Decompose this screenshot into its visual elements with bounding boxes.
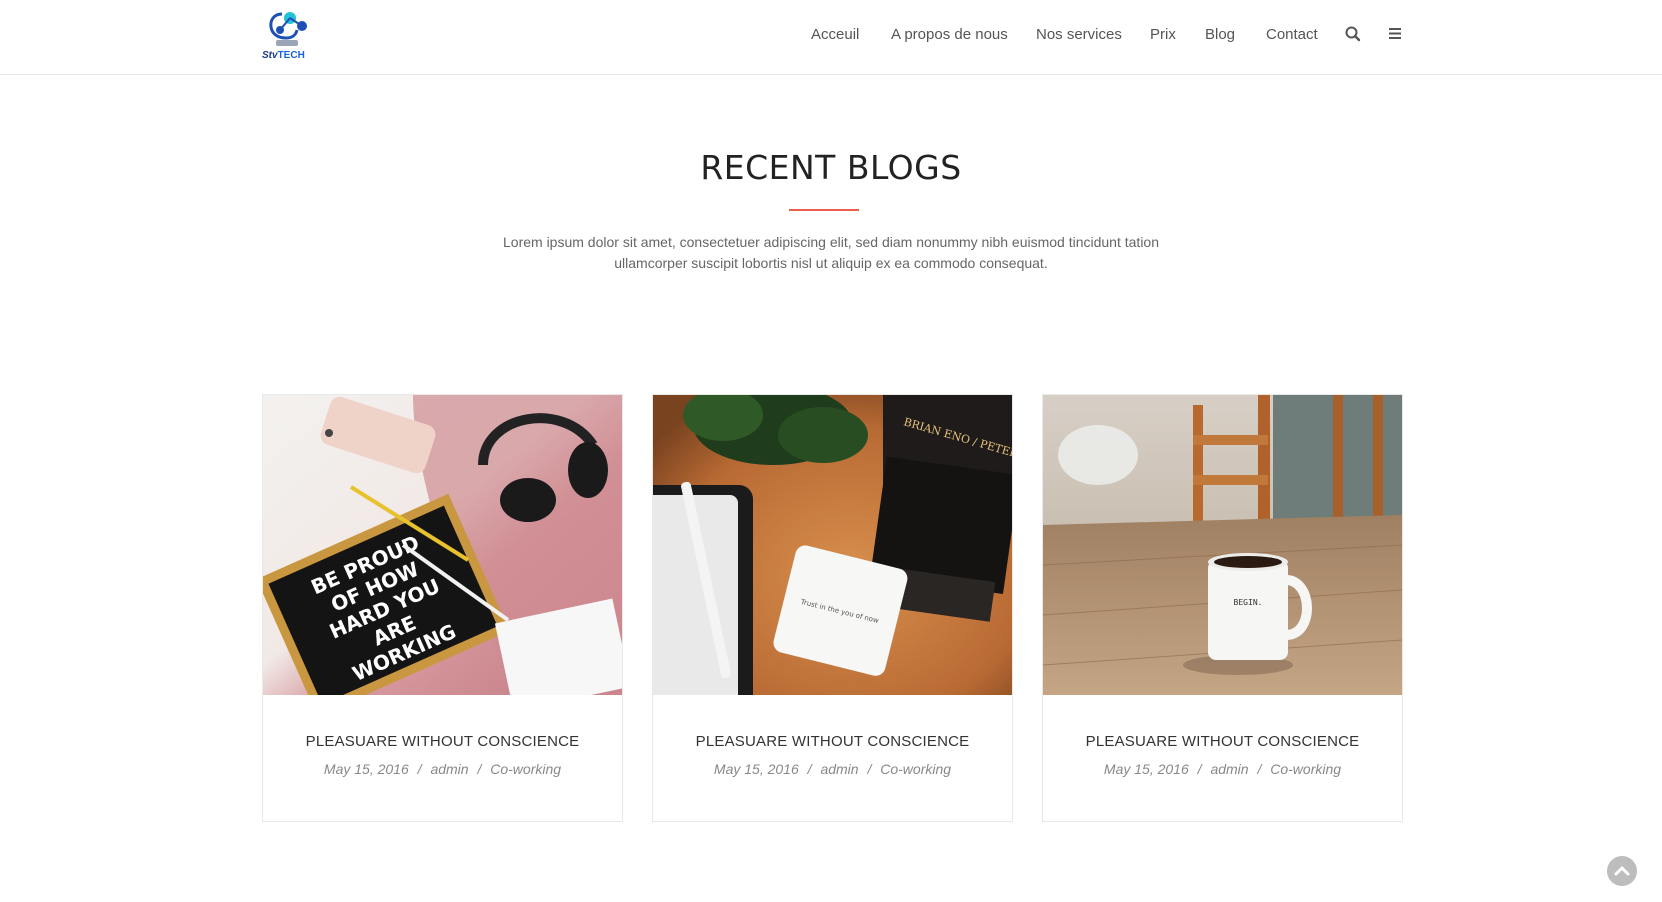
hamburger-menu-icon[interactable] — [1387, 25, 1405, 43]
meta-separator: / — [1257, 761, 1262, 777]
nav-item-services[interactable]: Nos services — [1036, 26, 1122, 43]
blog-card-category[interactable]: Co-working — [490, 761, 561, 777]
logo-text-part-a: Stv — [262, 50, 278, 61]
nav-item-prix[interactable]: Prix — [1150, 26, 1176, 43]
blog-card-meta: May 15, 2016 / admin / Co-working — [653, 761, 1012, 777]
blog-card-image[interactable]: BEGIN. — [1043, 395, 1402, 695]
meta-separator: / — [1197, 761, 1202, 777]
blog-card-image[interactable]: BE PROUD OF HOW HARD YOU ARE WORKING — [263, 395, 622, 695]
blog-card-author[interactable]: admin — [1210, 761, 1248, 777]
blog-card-title[interactable]: PLEASUARE WITHOUT CONSCIENCE — [1043, 733, 1402, 750]
chevron-up-icon — [1614, 866, 1630, 876]
site-logo[interactable]: StvTECH — [262, 8, 314, 63]
section-description-line-2: ullamcorper suscipit lobortis nisl ut al… — [614, 255, 1048, 271]
blog-card-meta: May 15, 2016 / admin / Co-working — [263, 761, 622, 777]
section-description-line-1: Lorem ipsum dolor sit amet, consectetuer… — [503, 234, 1159, 250]
meta-separator: / — [477, 761, 482, 777]
blog-card-author[interactable]: admin — [430, 761, 468, 777]
logo-text-part-b: TECH — [277, 50, 305, 61]
logo-icon — [269, 12, 307, 46]
logo-wordmark: StvTECH — [262, 50, 305, 61]
section-description: Lorem ipsum dolor sit amet, consectetuer… — [460, 232, 1202, 274]
meta-separator: / — [807, 761, 812, 777]
blog-card[interactable]: BE PROUD OF HOW HARD YOU ARE WORKING PLE… — [262, 394, 623, 822]
blog-card-image[interactable]: BRIAN ENO / PETER SCH Trust in the you o… — [653, 395, 1012, 695]
blog-card-category[interactable]: Co-working — [1270, 761, 1341, 777]
blog-card-date: May 15, 2016 — [1103, 761, 1189, 777]
nav-item-contact[interactable]: Contact — [1266, 26, 1318, 43]
nav-item-a-propos[interactable]: A propos de nous — [891, 26, 1008, 43]
blog-card[interactable]: BRIAN ENO / PETER SCH Trust in the you o… — [652, 394, 1013, 822]
title-underline — [789, 209, 859, 211]
blog-card-meta: May 15, 2016 / admin / Co-working — [1043, 761, 1402, 777]
section-title: RECENT BLOGS — [700, 148, 962, 187]
blog-card-category[interactable]: Co-working — [880, 761, 951, 777]
blog-card-title[interactable]: PLEASUARE WITHOUT CONSCIENCE — [653, 733, 1012, 750]
mug-text: BEGIN. — [1234, 598, 1263, 607]
meta-separator: / — [867, 761, 872, 777]
search-icon[interactable] — [1344, 25, 1362, 43]
nav-item-blog[interactable]: Blog — [1205, 26, 1235, 43]
nav-item-acceuil[interactable]: Acceuil — [811, 26, 859, 43]
blog-card-date: May 15, 2016 — [323, 761, 409, 777]
blog-card-author[interactable]: admin — [820, 761, 858, 777]
blog-card[interactable]: BEGIN. PLEASUARE WITHOUT CONSCIENCE May … — [1042, 394, 1403, 822]
scroll-to-top-button[interactable] — [1607, 856, 1637, 886]
meta-separator: / — [417, 761, 422, 777]
blog-card-date: May 15, 2016 — [713, 761, 799, 777]
blog-card-title[interactable]: PLEASUARE WITHOUT CONSCIENCE — [263, 733, 622, 750]
site-header: StvTECH Acceuil A propos de nous Nos ser… — [0, 0, 1662, 75]
